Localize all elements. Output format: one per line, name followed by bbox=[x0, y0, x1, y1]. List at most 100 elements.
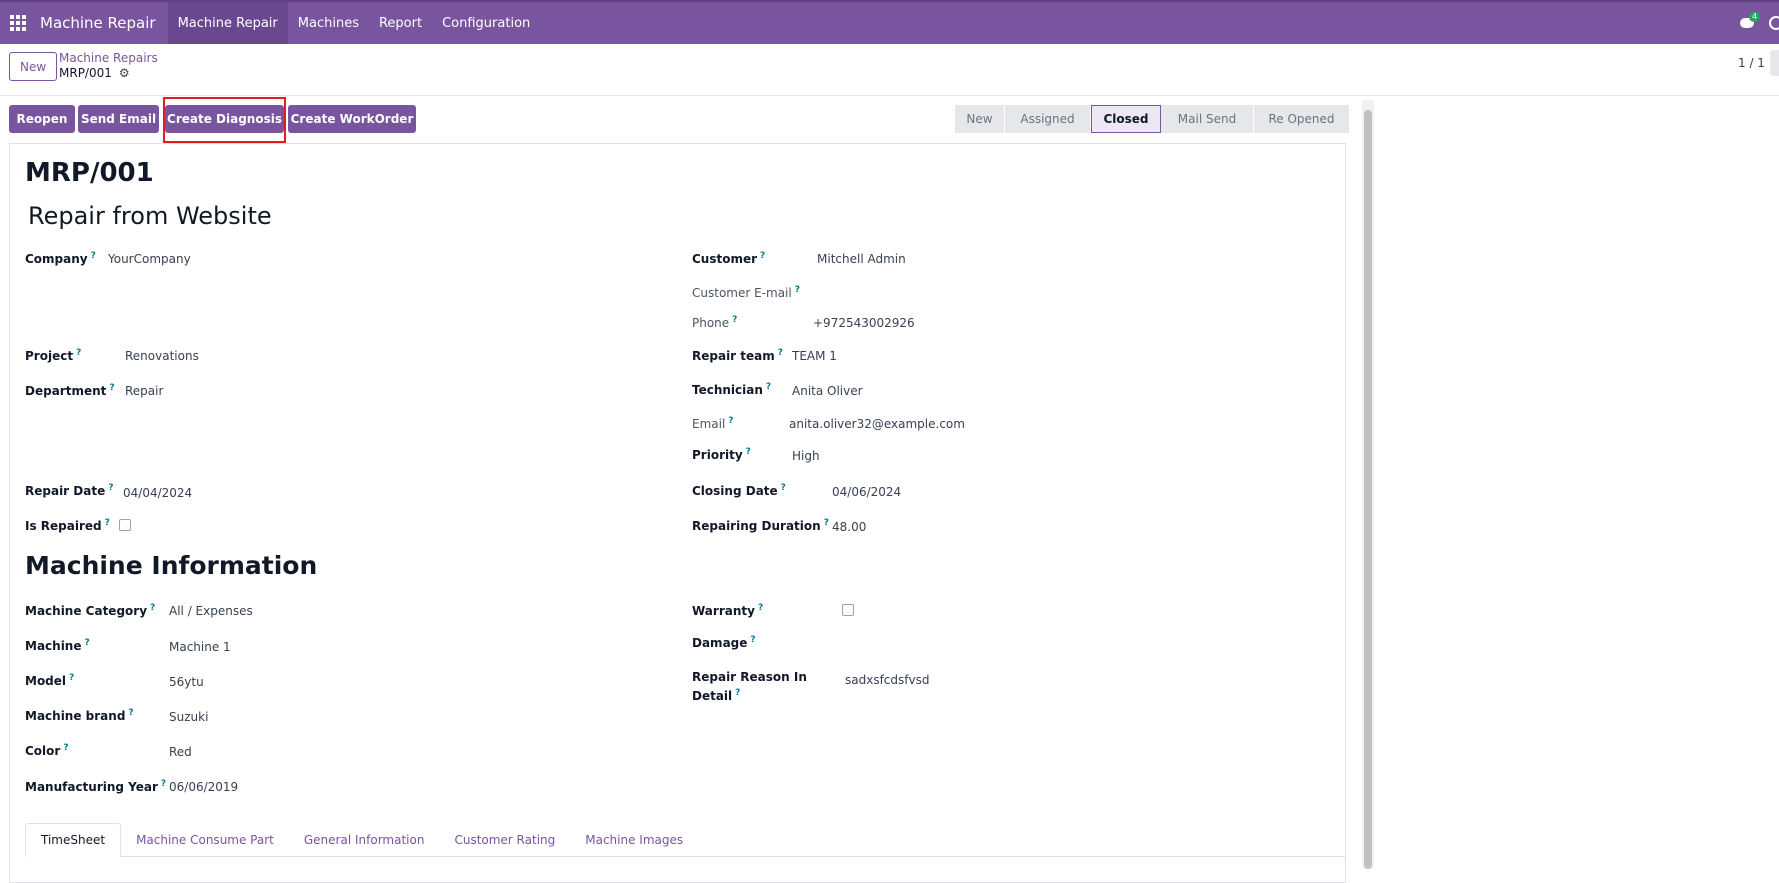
record-subtitle[interactable]: Repair from Website bbox=[28, 202, 272, 230]
repair-team-field[interactable]: TEAM 1 bbox=[792, 349, 837, 363]
model-field[interactable]: 56ytu bbox=[169, 675, 204, 689]
project-label: Project? bbox=[25, 348, 82, 363]
company-field[interactable]: YourCompany bbox=[108, 252, 191, 266]
machine-field[interactable]: Machine 1 bbox=[169, 640, 231, 654]
customer-email-label-text: Customer E-mail bbox=[692, 286, 792, 300]
gear-icon[interactable]: ⚙ bbox=[119, 66, 130, 80]
menu-machines[interactable]: Machines bbox=[288, 2, 369, 44]
repair-reason-field[interactable]: sadxsfcdsfvsd bbox=[845, 673, 929, 687]
menu-machine-repair[interactable]: Machine Repair bbox=[167, 2, 288, 44]
send-email-button[interactable]: Send Email bbox=[78, 105, 159, 133]
status-stages: New Assigned Closed Mail Send Re Opened bbox=[955, 105, 1350, 133]
activity-clock-icon[interactable] bbox=[1769, 16, 1779, 30]
warranty-label-text: Warranty bbox=[692, 604, 755, 618]
apps-grid-icon[interactable] bbox=[0, 2, 36, 44]
notebook-tabs: TimeSheet Machine Consume Part General I… bbox=[25, 823, 698, 857]
email-field[interactable]: anita.oliver32@example.com bbox=[789, 417, 965, 431]
closing-date-field[interactable]: 04/06/2024 bbox=[832, 485, 901, 499]
customer-field[interactable]: Mitchell Admin bbox=[817, 252, 906, 266]
messages-count-badge: 4 bbox=[1749, 12, 1761, 22]
top-navbar: Machine Repair Machine Repair Machines R… bbox=[0, 0, 1779, 44]
tab-customer-rating[interactable]: Customer Rating bbox=[439, 823, 570, 857]
color-field[interactable]: Red bbox=[169, 745, 192, 759]
color-label-text: Color bbox=[25, 744, 61, 758]
record-title: MRP/001 bbox=[25, 158, 154, 188]
repair-date-field[interactable]: 04/04/2024 bbox=[123, 486, 192, 500]
highlight-box bbox=[163, 97, 286, 143]
warranty-checkbox[interactable] bbox=[842, 604, 854, 616]
stage-re-opened[interactable]: Re Opened bbox=[1254, 105, 1350, 133]
new-button[interactable]: New bbox=[9, 52, 58, 81]
create-workorder-button[interactable]: Create WorkOrder bbox=[288, 105, 416, 133]
repair-reason-label-line2: Detail bbox=[692, 689, 733, 703]
priority-field[interactable]: High bbox=[792, 449, 820, 463]
tab-timesheet[interactable]: TimeSheet bbox=[25, 823, 122, 857]
tab-machine-consume-part[interactable]: Machine Consume Part bbox=[121, 823, 289, 857]
repairing-duration-field[interactable]: 48.00 bbox=[832, 520, 866, 534]
damage-label: Damage? bbox=[692, 635, 756, 650]
scrollbar-thumb[interactable] bbox=[1364, 110, 1372, 869]
repair-team-label: Repair team? bbox=[692, 348, 783, 363]
reopen-button[interactable]: Reopen bbox=[9, 105, 75, 133]
damage-label-text: Damage bbox=[692, 636, 748, 650]
breadcrumb-current-label: MRP/001 bbox=[59, 66, 112, 80]
technician-label-text: Technician bbox=[692, 383, 763, 397]
priority-label: Priority? bbox=[692, 447, 751, 462]
repair-date-label-text: Repair Date bbox=[25, 484, 106, 498]
repair-team-label-text: Repair team bbox=[692, 349, 775, 363]
stage-closed[interactable]: Closed bbox=[1091, 105, 1161, 133]
department-label-text: Department bbox=[25, 384, 107, 398]
menu-configuration[interactable]: Configuration bbox=[432, 2, 540, 44]
customer-label: Customer? bbox=[692, 251, 766, 266]
machine-category-label: Machine Category? bbox=[25, 603, 156, 618]
machine-brand-label-text: Machine brand bbox=[25, 709, 126, 723]
technician-label: Technician? bbox=[692, 382, 772, 397]
app-brand[interactable]: Machine Repair bbox=[36, 14, 160, 32]
priority-label-text: Priority bbox=[692, 448, 743, 462]
phone-field[interactable]: +972543002926 bbox=[813, 316, 915, 330]
repair-reason-label: Repair Reason In bbox=[692, 670, 807, 684]
machine-brand-label: Machine brand? bbox=[25, 708, 134, 723]
closing-date-label: Closing Date? bbox=[692, 483, 786, 498]
machine-label-text: Machine bbox=[25, 639, 82, 653]
project-label-text: Project bbox=[25, 349, 74, 363]
menu-report[interactable]: Report bbox=[369, 2, 432, 44]
phone-label-text: Phone bbox=[692, 316, 730, 330]
form-sheet bbox=[9, 143, 1346, 883]
email-label: Email? bbox=[692, 416, 734, 431]
pager-value[interactable]: 1 / 1 bbox=[1738, 56, 1765, 70]
repair-reason-label-2: Detail? bbox=[692, 688, 741, 703]
breadcrumb-parent[interactable]: Machine Repairs bbox=[59, 51, 158, 65]
department-field[interactable]: Repair bbox=[125, 384, 163, 398]
stage-assigned[interactable]: Assigned bbox=[1005, 105, 1091, 133]
is-repaired-checkbox[interactable] bbox=[119, 519, 131, 531]
tab-machine-images[interactable]: Machine Images bbox=[570, 823, 698, 857]
repairing-duration-label: Repairing Duration? bbox=[692, 518, 829, 533]
company-label: Company? bbox=[25, 251, 96, 266]
company-label-text: Company bbox=[25, 252, 88, 266]
machine-label: Machine? bbox=[25, 638, 90, 653]
stage-mail-send[interactable]: Mail Send bbox=[1161, 105, 1254, 133]
control-panel: New Machine Repairs MRP/001 ⚙ 1 / 1 bbox=[0, 44, 1779, 96]
tab-general-information[interactable]: General Information bbox=[289, 823, 440, 857]
customer-label-text: Customer bbox=[692, 252, 758, 266]
repair-date-label: Repair Date? bbox=[25, 483, 114, 498]
machine-category-field[interactable]: All / Expenses bbox=[169, 604, 253, 618]
department-label: Department? bbox=[25, 383, 115, 398]
manufacturing-year-field[interactable]: 06/06/2019 bbox=[169, 780, 238, 794]
machine-brand-field[interactable]: Suzuki bbox=[169, 710, 208, 724]
customer-email-label: Customer E-mail? bbox=[692, 285, 800, 300]
model-label-text: Model bbox=[25, 674, 67, 688]
closing-date-label-text: Closing Date bbox=[692, 484, 778, 498]
manufacturing-year-label-text: Manufacturing Year bbox=[25, 780, 158, 794]
repairing-duration-label-text: Repairing Duration bbox=[692, 519, 821, 533]
manufacturing-year-label: Manufacturing Year? bbox=[25, 779, 167, 794]
messages-icon[interactable]: 4 bbox=[1737, 12, 1761, 34]
stage-new[interactable]: New bbox=[955, 105, 1005, 133]
is-repaired-label-text: Is Repaired bbox=[25, 519, 102, 533]
project-field[interactable]: Renovations bbox=[125, 349, 199, 363]
pager-prev-button[interactable] bbox=[1770, 50, 1779, 76]
repair-reason-label-line1: Repair Reason In bbox=[692, 670, 807, 684]
technician-field[interactable]: Anita Oliver bbox=[792, 384, 863, 398]
phone-label: Phone? bbox=[692, 315, 738, 330]
